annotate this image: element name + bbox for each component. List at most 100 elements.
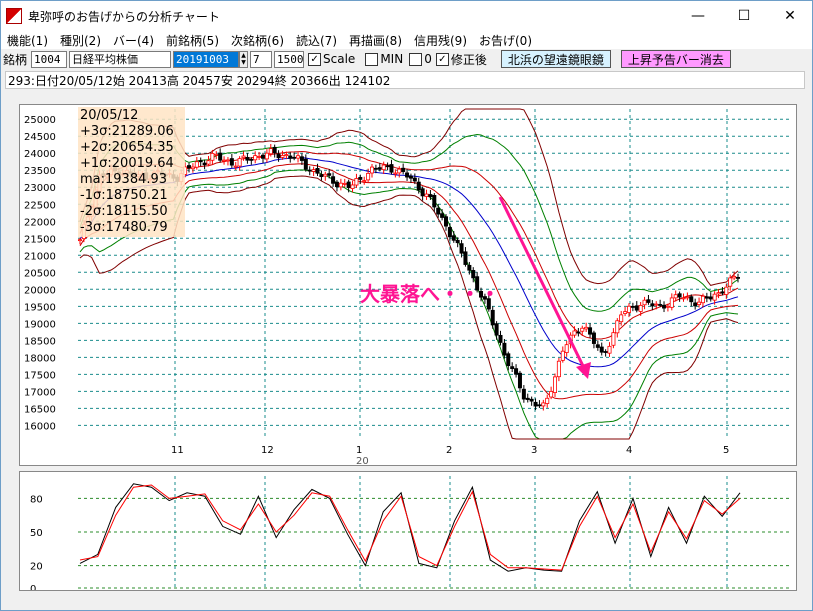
candle-down [595, 344, 600, 348]
count-input[interactable]: 1500 [274, 50, 305, 68]
min-checkbox[interactable] [365, 52, 379, 66]
menu-load[interactable]: 読込(7) [290, 32, 343, 49]
y-tick-label: 21000 [24, 251, 56, 262]
scale-checkbox[interactable]: ✓ [308, 52, 322, 66]
candle-down [331, 176, 336, 184]
candle-down [517, 372, 522, 389]
candle-down [385, 165, 390, 168]
minimize-button[interactable]: — [675, 1, 721, 31]
candle-up [264, 152, 269, 160]
y-tick-label: 25000 [24, 115, 56, 126]
candle-down [708, 296, 713, 300]
legend-line: 20/05/12 [80, 108, 138, 123]
date-input[interactable]: 20191003 [173, 50, 240, 68]
candle-up [311, 169, 316, 172]
candle-up [716, 292, 721, 295]
legend-line: -2σ:18115.50 [80, 204, 168, 219]
candle-up [669, 297, 674, 308]
candle-down [521, 388, 526, 400]
candle-up [222, 159, 227, 162]
candle-down [514, 368, 519, 375]
osc-y-tick-label: 80 [30, 494, 43, 505]
menu-bar: 機能(1) 種別(2) バー(4) 前銘柄(5) 次銘柄(6) 読込(7) 再描… [1, 31, 812, 49]
menu-prev-symbol[interactable]: 前銘柄(5) [160, 32, 225, 49]
telescope-button[interactable]: 北浜の望遠鏡眼鏡 [500, 50, 611, 68]
close-button[interactable]: ✕ [767, 1, 813, 31]
candle-up [732, 275, 737, 279]
x-tick-label: 1 [356, 445, 362, 456]
crash-arrow-head [576, 362, 591, 379]
candle-up [611, 332, 616, 346]
candle-down [202, 162, 207, 166]
candle-down [537, 404, 542, 407]
y-tick-label: 22500 [24, 200, 56, 211]
candle-up [615, 320, 620, 334]
y-tick-label: 19000 [24, 319, 56, 330]
symbol-code-input[interactable]: 1004 [31, 50, 68, 68]
menu-margin[interactable]: 信用残(9) [408, 32, 473, 49]
candle-up [233, 165, 238, 168]
menu-bar-setting[interactable]: バー(4) [107, 32, 160, 49]
candle-up [607, 345, 612, 354]
candle-down [334, 181, 339, 188]
osc-y-tick-label: 20 [30, 562, 43, 573]
menu-next-symbol[interactable]: 次銘柄(6) [225, 32, 290, 49]
title-bar: 卑弥呼のお告げからの分析チャート — ☐ ✕ [1, 1, 812, 31]
menu-oracle[interactable]: お告げ(0) [473, 32, 538, 49]
spin-up-icon[interactable]: ▲ [241, 52, 246, 59]
candle-up [190, 166, 195, 170]
zero-value: 0 [424, 52, 432, 66]
candle-down [677, 293, 682, 298]
x-tick-label: 12 [261, 445, 274, 456]
candle-down [447, 227, 452, 238]
zero-checkbox[interactable] [409, 52, 423, 66]
candle-up [350, 184, 355, 189]
y-tick-label: 16000 [24, 421, 56, 432]
candle-down [459, 243, 464, 254]
candle-down [249, 158, 254, 161]
app-icon [6, 8, 22, 24]
oscillator-chart[interactable]: 80 50 20 0 [19, 471, 797, 595]
candle-up [638, 304, 643, 312]
symbol-name-input[interactable]: 日経平均株価 [69, 50, 172, 68]
candle-down [650, 303, 655, 307]
candle-up [78, 239, 83, 242]
y-tick-label: 22000 [24, 217, 56, 228]
y-tick-label: 18500 [24, 336, 56, 347]
menu-type[interactable]: 種別(2) [54, 32, 107, 49]
maximize-button[interactable]: ☐ [721, 1, 767, 31]
date-spinner[interactable]: ▲ ▼ [239, 50, 249, 68]
y-tick-label: 20000 [24, 285, 56, 296]
candle-up [393, 172, 398, 175]
candle-down [525, 397, 530, 400]
price-chart[interactable]: 25000 24500 24000 23500 23000 22500 22000 21500… [19, 104, 797, 467]
adjusted-checkbox[interactable]: ✓ [435, 52, 449, 66]
candle-down [451, 235, 456, 241]
candle-up [370, 166, 375, 174]
min-label: MIN [380, 52, 404, 66]
candle-down [408, 175, 413, 179]
candle-up [268, 148, 273, 155]
y-tick-label: 19500 [24, 302, 56, 313]
osc-y-tick-label: 0 [30, 584, 36, 590]
candle-down [303, 158, 308, 170]
candle-down [646, 299, 651, 303]
clear-rise-bar-button[interactable]: 上昇予告バー消去 [620, 50, 731, 68]
span-input[interactable]: 7 [250, 50, 273, 68]
x-tick-label: 2 [446, 445, 452, 456]
y-tick-label: 24000 [24, 149, 56, 160]
candle-down [720, 291, 725, 294]
candle-up [580, 327, 585, 332]
candle-up [214, 153, 219, 156]
spin-down-icon[interactable]: ▼ [241, 59, 246, 66]
candle-down [299, 156, 304, 161]
candle-up [424, 193, 429, 197]
candle-down [603, 351, 608, 353]
candle-up [697, 301, 702, 306]
candle-down [229, 158, 234, 166]
menu-function[interactable]: 機能(1) [1, 32, 54, 49]
y-tick-label: 23000 [24, 183, 56, 194]
menu-redraw[interactable]: 再描画(8) [343, 32, 408, 49]
candle-up [284, 154, 289, 157]
candle-down [736, 277, 741, 279]
